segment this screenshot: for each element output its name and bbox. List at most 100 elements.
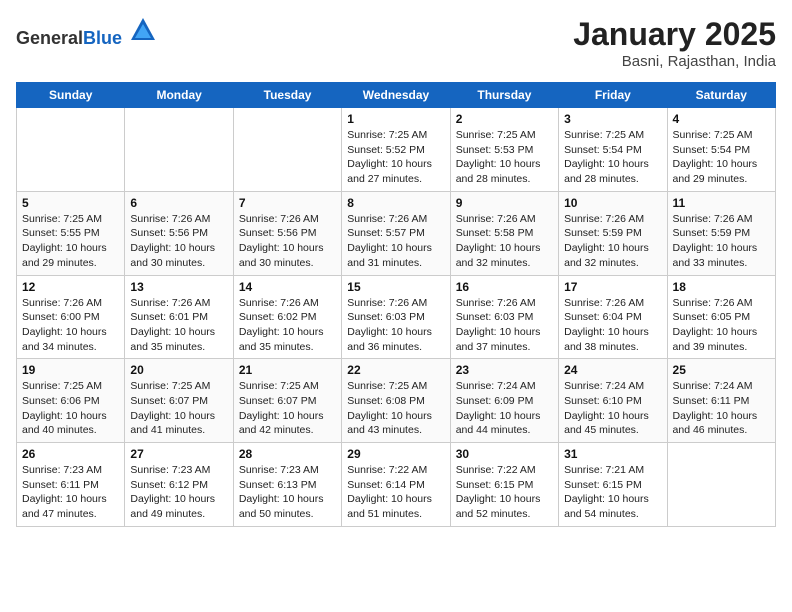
day-number: 28: [239, 447, 336, 461]
calendar-cell: 3 Sunrise: 7:25 AMSunset: 5:54 PMDaylight…: [559, 108, 667, 192]
day-number: 10: [564, 196, 661, 210]
day-number: 9: [456, 196, 553, 210]
calendar-day-header: Wednesday: [342, 83, 450, 108]
day-number: 25: [673, 363, 770, 377]
calendar-cell: [17, 108, 125, 192]
calendar-cell: 17Sunrise: 7:26 AMSunset: 6:04 PMDayligh…: [559, 275, 667, 359]
day-number: 18: [673, 280, 770, 294]
day-info: Sunrise: 7:26 AMSunset: 6:02 PMDaylight:…: [239, 296, 336, 355]
calendar-cell: 25 Sunrise: 7:24 AMSunset: 6:11 PMDayligh…: [667, 359, 775, 443]
logo-general-text: General: [16, 28, 83, 48]
day-info: Sunrise: 7:25 AMSunset: 6:07 PMDaylight:…: [239, 379, 336, 438]
day-number: 29: [347, 447, 444, 461]
calendar-cell: 2Sunrise: 7:25 AMSunset: 5:53 PMDaylight…: [450, 108, 558, 192]
location-subtitle: Basni, Rajasthan, India: [573, 53, 776, 70]
calendar-cell: 24Sunrise: 7:24 AMSunset: 6:10 PMDayligh…: [559, 359, 667, 443]
logo-blue-text: Blue: [83, 28, 122, 48]
page-header: GeneralBlue January 2025 Basni, Rajastha…: [16, 16, 776, 70]
calendar-cell: 20 Sunrise: 7:25 AMSunset: 6:07 PMDayligh…: [125, 359, 233, 443]
day-number: 30: [456, 447, 553, 461]
day-info: Sunrise: 7:25 AMSunset: 5:55 PMDaylight:…: [22, 212, 119, 271]
calendar-cell: 16Sunrise: 7:26 AMSunset: 6:03 PMDayligh…: [450, 275, 558, 359]
day-number: 17: [564, 280, 661, 294]
day-number: 12: [22, 280, 119, 294]
day-number: 4: [673, 112, 770, 126]
calendar-day-header: Saturday: [667, 83, 775, 108]
day-info: Sunrise: 7:25 AMSunset: 5:52 PMDaylight:…: [347, 128, 444, 187]
day-info: Sunrise: 7:22 AMSunset: 6:15 PMDaylight:…: [456, 463, 553, 522]
day-number: 16: [456, 280, 553, 294]
calendar-week-row: 26 Sunrise: 7:23 AMSunset: 6:11 PMDayligh…: [17, 443, 776, 527]
day-number: 31: [564, 447, 661, 461]
calendar-week-row: 19 Sunrise: 7:25 AMSunset: 6:06 PMDayligh…: [17, 359, 776, 443]
day-info: Sunrise: 7:25 AMSunset: 6:06 PMDaylight:…: [22, 379, 119, 438]
calendar-cell: 23 Sunrise: 7:24 AMSunset: 6:09 PMDayligh…: [450, 359, 558, 443]
calendar-cell: 28Sunrise: 7:23 AMSunset: 6:13 PMDayligh…: [233, 443, 341, 527]
day-number: 14: [239, 280, 336, 294]
calendar-cell: 11Sunrise: 7:26 AMSunset: 5:59 PMDayligh…: [667, 191, 775, 275]
calendar-cell: [233, 108, 341, 192]
day-number: 3: [564, 112, 661, 126]
calendar-week-row: 5 Sunrise: 7:25 AMSunset: 5:55 PMDaylight…: [17, 191, 776, 275]
calendar-cell: 8Sunrise: 7:26 AMSunset: 5:57 PMDaylight…: [342, 191, 450, 275]
day-info: Sunrise: 7:25 AMSunset: 5:54 PMDaylight:…: [673, 128, 770, 187]
day-number: 26: [22, 447, 119, 461]
day-number: 6: [130, 196, 227, 210]
calendar-cell: 12 Sunrise: 7:26 AMSunset: 6:00 PMDayligh…: [17, 275, 125, 359]
calendar-cell: 6 Sunrise: 7:26 AMSunset: 5:56 PMDaylight…: [125, 191, 233, 275]
calendar-header-row: SundayMondayTuesdayWednesdayThursdayFrid…: [17, 83, 776, 108]
calendar-cell: 7Sunrise: 7:26 AMSunset: 5:56 PMDaylight…: [233, 191, 341, 275]
day-info: Sunrise: 7:23 AMSunset: 6:12 PMDaylight:…: [130, 463, 227, 522]
calendar-cell: [667, 443, 775, 527]
day-number: 5: [22, 196, 119, 210]
day-number: 20: [130, 363, 227, 377]
day-number: 21: [239, 363, 336, 377]
logo: GeneralBlue: [16, 16, 157, 49]
day-number: 13: [130, 280, 227, 294]
calendar-cell: [125, 108, 233, 192]
calendar-cell: 4 Sunrise: 7:25 AMSunset: 5:54 PMDaylight…: [667, 108, 775, 192]
calendar-cell: 10 Sunrise: 7:26 AMSunset: 5:59 PMDayligh…: [559, 191, 667, 275]
day-info: Sunrise: 7:26 AMSunset: 5:56 PMDaylight:…: [130, 212, 227, 271]
calendar-cell: 26 Sunrise: 7:23 AMSunset: 6:11 PMDayligh…: [17, 443, 125, 527]
month-title: January 2025: [573, 16, 776, 53]
calendar-day-header: Thursday: [450, 83, 558, 108]
day-info: Sunrise: 7:26 AMSunset: 6:05 PMDaylight:…: [673, 296, 770, 355]
day-number: 1: [347, 112, 444, 126]
calendar-cell: 22 Sunrise: 7:25 AMSunset: 6:08 PMDayligh…: [342, 359, 450, 443]
calendar-week-row: 12 Sunrise: 7:26 AMSunset: 6:00 PMDayligh…: [17, 275, 776, 359]
day-info: Sunrise: 7:26 AMSunset: 5:59 PMDaylight:…: [564, 212, 661, 271]
day-info: Sunrise: 7:22 AMSunset: 6:14 PMDaylight:…: [347, 463, 444, 522]
day-info: Sunrise: 7:24 AMSunset: 6:11 PMDaylight:…: [673, 379, 770, 438]
calendar-cell: 13Sunrise: 7:26 AMSunset: 6:01 PMDayligh…: [125, 275, 233, 359]
calendar-day-header: Monday: [125, 83, 233, 108]
day-number: 8: [347, 196, 444, 210]
calendar-day-header: Sunday: [17, 83, 125, 108]
day-number: 2: [456, 112, 553, 126]
day-number: 24: [564, 363, 661, 377]
day-number: 23: [456, 363, 553, 377]
calendar-week-row: 1 Sunrise: 7:25 AMSunset: 5:52 PMDaylight…: [17, 108, 776, 192]
calendar-cell: 19 Sunrise: 7:25 AMSunset: 6:06 PMDayligh…: [17, 359, 125, 443]
calendar-cell: 18 Sunrise: 7:26 AMSunset: 6:05 PMDayligh…: [667, 275, 775, 359]
day-info: Sunrise: 7:24 AMSunset: 6:09 PMDaylight:…: [456, 379, 553, 438]
calendar-cell: 14 Sunrise: 7:26 AMSunset: 6:02 PMDayligh…: [233, 275, 341, 359]
day-number: 7: [239, 196, 336, 210]
calendar-table: SundayMondayTuesdayWednesdayThursdayFrid…: [16, 82, 776, 527]
day-info: Sunrise: 7:25 AMSunset: 5:54 PMDaylight:…: [564, 128, 661, 187]
calendar-cell: 27 Sunrise: 7:23 AMSunset: 6:12 PMDayligh…: [125, 443, 233, 527]
calendar-cell: 30 Sunrise: 7:22 AMSunset: 6:15 PMDayligh…: [450, 443, 558, 527]
calendar-day-header: Friday: [559, 83, 667, 108]
day-number: 19: [22, 363, 119, 377]
day-number: 22: [347, 363, 444, 377]
day-number: 27: [130, 447, 227, 461]
day-info: Sunrise: 7:25 AMSunset: 6:07 PMDaylight:…: [130, 379, 227, 438]
calendar-day-header: Tuesday: [233, 83, 341, 108]
day-info: Sunrise: 7:21 AMSunset: 6:15 PMDaylight:…: [564, 463, 661, 522]
calendar-cell: 1 Sunrise: 7:25 AMSunset: 5:52 PMDaylight…: [342, 108, 450, 192]
title-block: January 2025 Basni, Rajasthan, India: [573, 16, 776, 70]
day-info: Sunrise: 7:26 AMSunset: 6:00 PMDaylight:…: [22, 296, 119, 355]
day-info: Sunrise: 7:26 AMSunset: 6:03 PMDaylight:…: [347, 296, 444, 355]
day-info: Sunrise: 7:25 AMSunset: 6:08 PMDaylight:…: [347, 379, 444, 438]
day-info: Sunrise: 7:23 AMSunset: 6:11 PMDaylight:…: [22, 463, 119, 522]
